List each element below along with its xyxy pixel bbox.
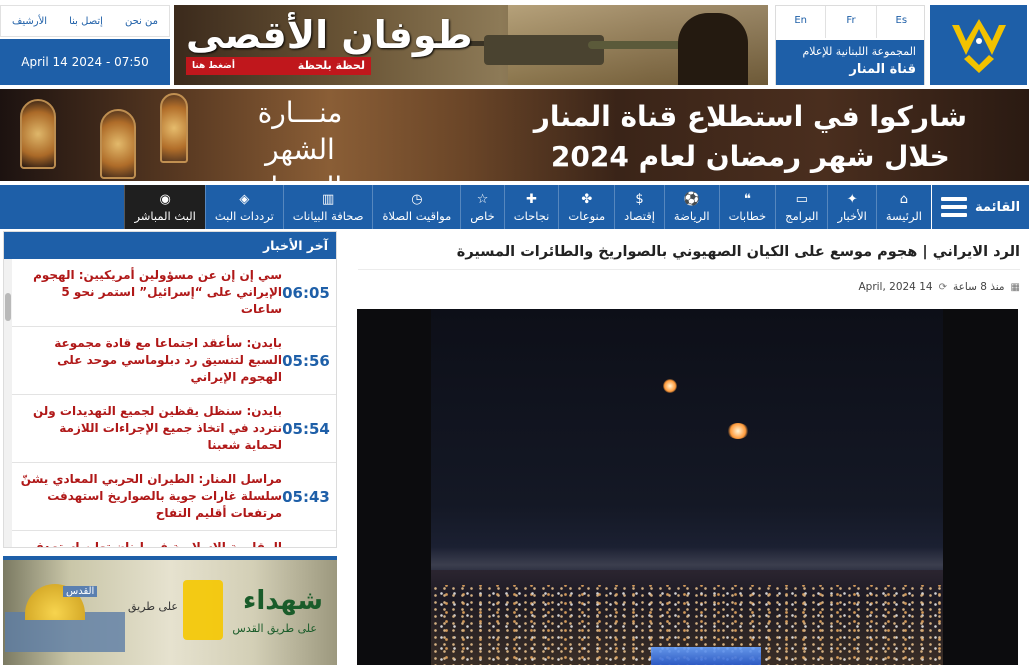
top-links: من نحن إتصل بنا الأرشيف [0,5,170,37]
variety-icon: ✤ [581,191,593,207]
lang-fr-link[interactable]: Fr [826,6,877,38]
banner-subtitle-bar: أضغط هنا لحظة بلحظة [186,57,371,75]
news-scrollbar[interactable] [4,259,12,547]
star-icon: ☆ [476,191,489,207]
al-aqsa-flood-banner[interactable]: طوفان الأقصى أضغط هنا لحظة بلحظة [174,5,768,85]
chart-icon: ▥ [322,191,335,207]
almanar-logo[interactable] [930,5,1027,85]
news-text[interactable]: سي إن إن عن مسؤولين أمريكيين: الهجوم الإ… [10,267,282,318]
live-icon: ◉ [159,191,171,207]
article-ago: منذ 8 ساعة [952,281,1005,293]
news-text[interactable]: المقاومة الاسلامية في لبنان تعلن استهدف [10,539,282,547]
article-date: April, 2024 14 [858,281,933,293]
lang-es-link[interactable]: Es [877,6,926,38]
logo-emblem-icon [951,19,1006,73]
satellite-icon: ✦ [846,191,858,207]
news-item[interactable]: 05:56 بايدن: سأعقد اجتماعا مع قادة مجموع… [4,327,336,395]
refresh-icon: ⟳ [938,281,947,293]
menu-toggle-button[interactable]: القائمة [931,185,1029,229]
broadcast-icon: ◈ [239,191,250,207]
article-title: الرد الايراني | هجوم موسع على الكيان الص… [358,234,1020,270]
brand-group: المجموعة اللبنانية للإعلام [802,45,916,58]
nav-item-speeches[interactable]: ❝ خطابات [718,185,776,229]
page: En Fr Es المجموعة اللبنانية للإعلام قناة… [0,0,1029,665]
lantern-icon [160,93,188,163]
fighter-image [678,13,748,85]
banner-title: طوفان الأقصى [186,13,473,57]
nav-item-economy[interactable]: $ إقتصاد [614,185,664,229]
monitor-icon: ▭ [795,191,808,207]
latest-news-list[interactable]: 06:05 سي إن إن عن مسؤولين أمريكيين: الهج… [4,259,336,547]
ball-icon: ⚽ [683,191,700,207]
news-time: 05:43 [282,487,330,506]
clock-icon: ◷ [411,191,423,207]
nav-item-home[interactable]: ⌂ الرئيسة [875,185,931,229]
archive-link[interactable]: الأرشيف [12,16,47,27]
nav-item-programs[interactable]: ▭ البرامج [775,185,827,229]
news-time: 06:05 [282,283,330,302]
hamburger-icon [940,197,967,217]
banner-subtitle: لحظة بلحظة [297,59,365,72]
nav-item-frequencies[interactable]: ◈ ترددات البث [204,185,283,229]
article-meta: ▦ منذ 8 ساعة ⟳ April, 2024 14 [358,274,1020,300]
date-time: April 14 2024 - 07:50 [0,39,170,85]
survey-text: شاركوا في استطلاع قناة المنار خلال شهر ر… [533,100,967,173]
nav-item-prayer-times[interactable]: ◷ مواقيت الصلاة [372,185,460,229]
nav-item-live-stream[interactable]: ◉ البث المباشر [124,185,205,229]
rocket-flare [727,423,749,439]
nav-item-successes[interactable]: ✚ نجاحات [503,185,559,229]
martyrs-subtitle: على طريق القدس [232,622,317,635]
tank-image [484,35,604,65]
martyrs-tag: القدس [63,586,98,597]
calendar-icon: ▦ [1010,281,1020,293]
martyrs-banner[interactable]: القدس على طريق شهداء على طريق القدس [3,556,337,665]
top-left-panel: من نحن إتصل بنا الأرشيف April 14 2024 - … [0,5,170,85]
contact-us-link[interactable]: إتصل بنا [69,16,103,27]
news-text[interactable]: بايدن: سنظل يقظين لجميع التهديدات ولن نت… [10,403,282,454]
news-item[interactable]: المقاومة الاسلامية في لبنان تعلن استهدف [4,531,336,547]
news-item[interactable]: 05:54 بايدن: سنظل يقظين لجميع التهديدات … [4,395,336,463]
speech-icon: ❝ [743,191,751,207]
emblem-image [183,580,223,640]
martyrs-left-text: على طريق [128,600,178,613]
home-icon: ⌂ [899,191,909,207]
news-scroll-thumb[interactable] [5,293,11,321]
nav-item-sports[interactable]: ⚽ الرياضة [663,185,719,229]
about-us-link[interactable]: من نحن [125,16,158,27]
news-item[interactable]: 05:43 مراسل المنار: الطيران الحربي المعا… [4,463,336,531]
martyrs-title: شهداء [243,586,323,616]
brand-panel: En Fr Es المجموعة اللبنانية للإعلام قناة… [775,5,925,85]
money-icon: $ [635,191,644,207]
latest-news-panel: آخر الأخبار 06:05 سي إن إن عن مسؤولين أم… [3,231,337,548]
article-image[interactable] [357,309,1018,665]
nav-item-news[interactable]: ✦ الأخبار [827,185,875,229]
news-time: 05:56 [282,351,330,370]
nav-item-special[interactable]: ☆ خاص [460,185,504,229]
main-nav: القائمة ⌂ الرئيسة ✦ الأخبار ▭ البرامج ❝ خطاب… [0,185,1029,229]
menu-label: القائمة [974,199,1021,215]
nav-item-variety[interactable]: ✤ منوعات [558,185,614,229]
latest-news-heading: آخر الأخبار [4,232,336,259]
brand-name-box[interactable]: المجموعة اللبنانية للإعلام قناة المنار [776,40,924,85]
news-text[interactable]: بايدن: سأعقد اجتماعا مع قادة مجموعة السب… [10,335,282,386]
news-time [282,539,330,547]
lantern-icon [100,109,136,179]
banner-cta[interactable]: أضغط هنا [192,57,235,75]
ramadan-survey-banner[interactable]: منـــارة الشهر الفضيل شاركوا في استطلاع … [0,89,1029,181]
rocket-flare [663,379,677,393]
news-item[interactable]: 06:05 سي إن إن عن مسؤولين أمريكيين: الهج… [4,259,336,327]
language-switcher: En Fr Es [776,6,926,38]
manara-logo-text: منـــارة الشهر الفضيل [257,96,343,181]
news-text[interactable]: مراسل المنار: الطيران الحربي المعادي يشن… [10,471,282,522]
brand-channel: قناة المنار [849,62,916,77]
news-time: 05:54 [282,419,330,438]
nav-item-data-journalism[interactable]: ▥ صحافة البيانات [282,185,373,229]
lantern-icon [20,99,56,169]
success-icon: ✚ [526,191,538,207]
lang-en-link[interactable]: En [776,6,827,38]
